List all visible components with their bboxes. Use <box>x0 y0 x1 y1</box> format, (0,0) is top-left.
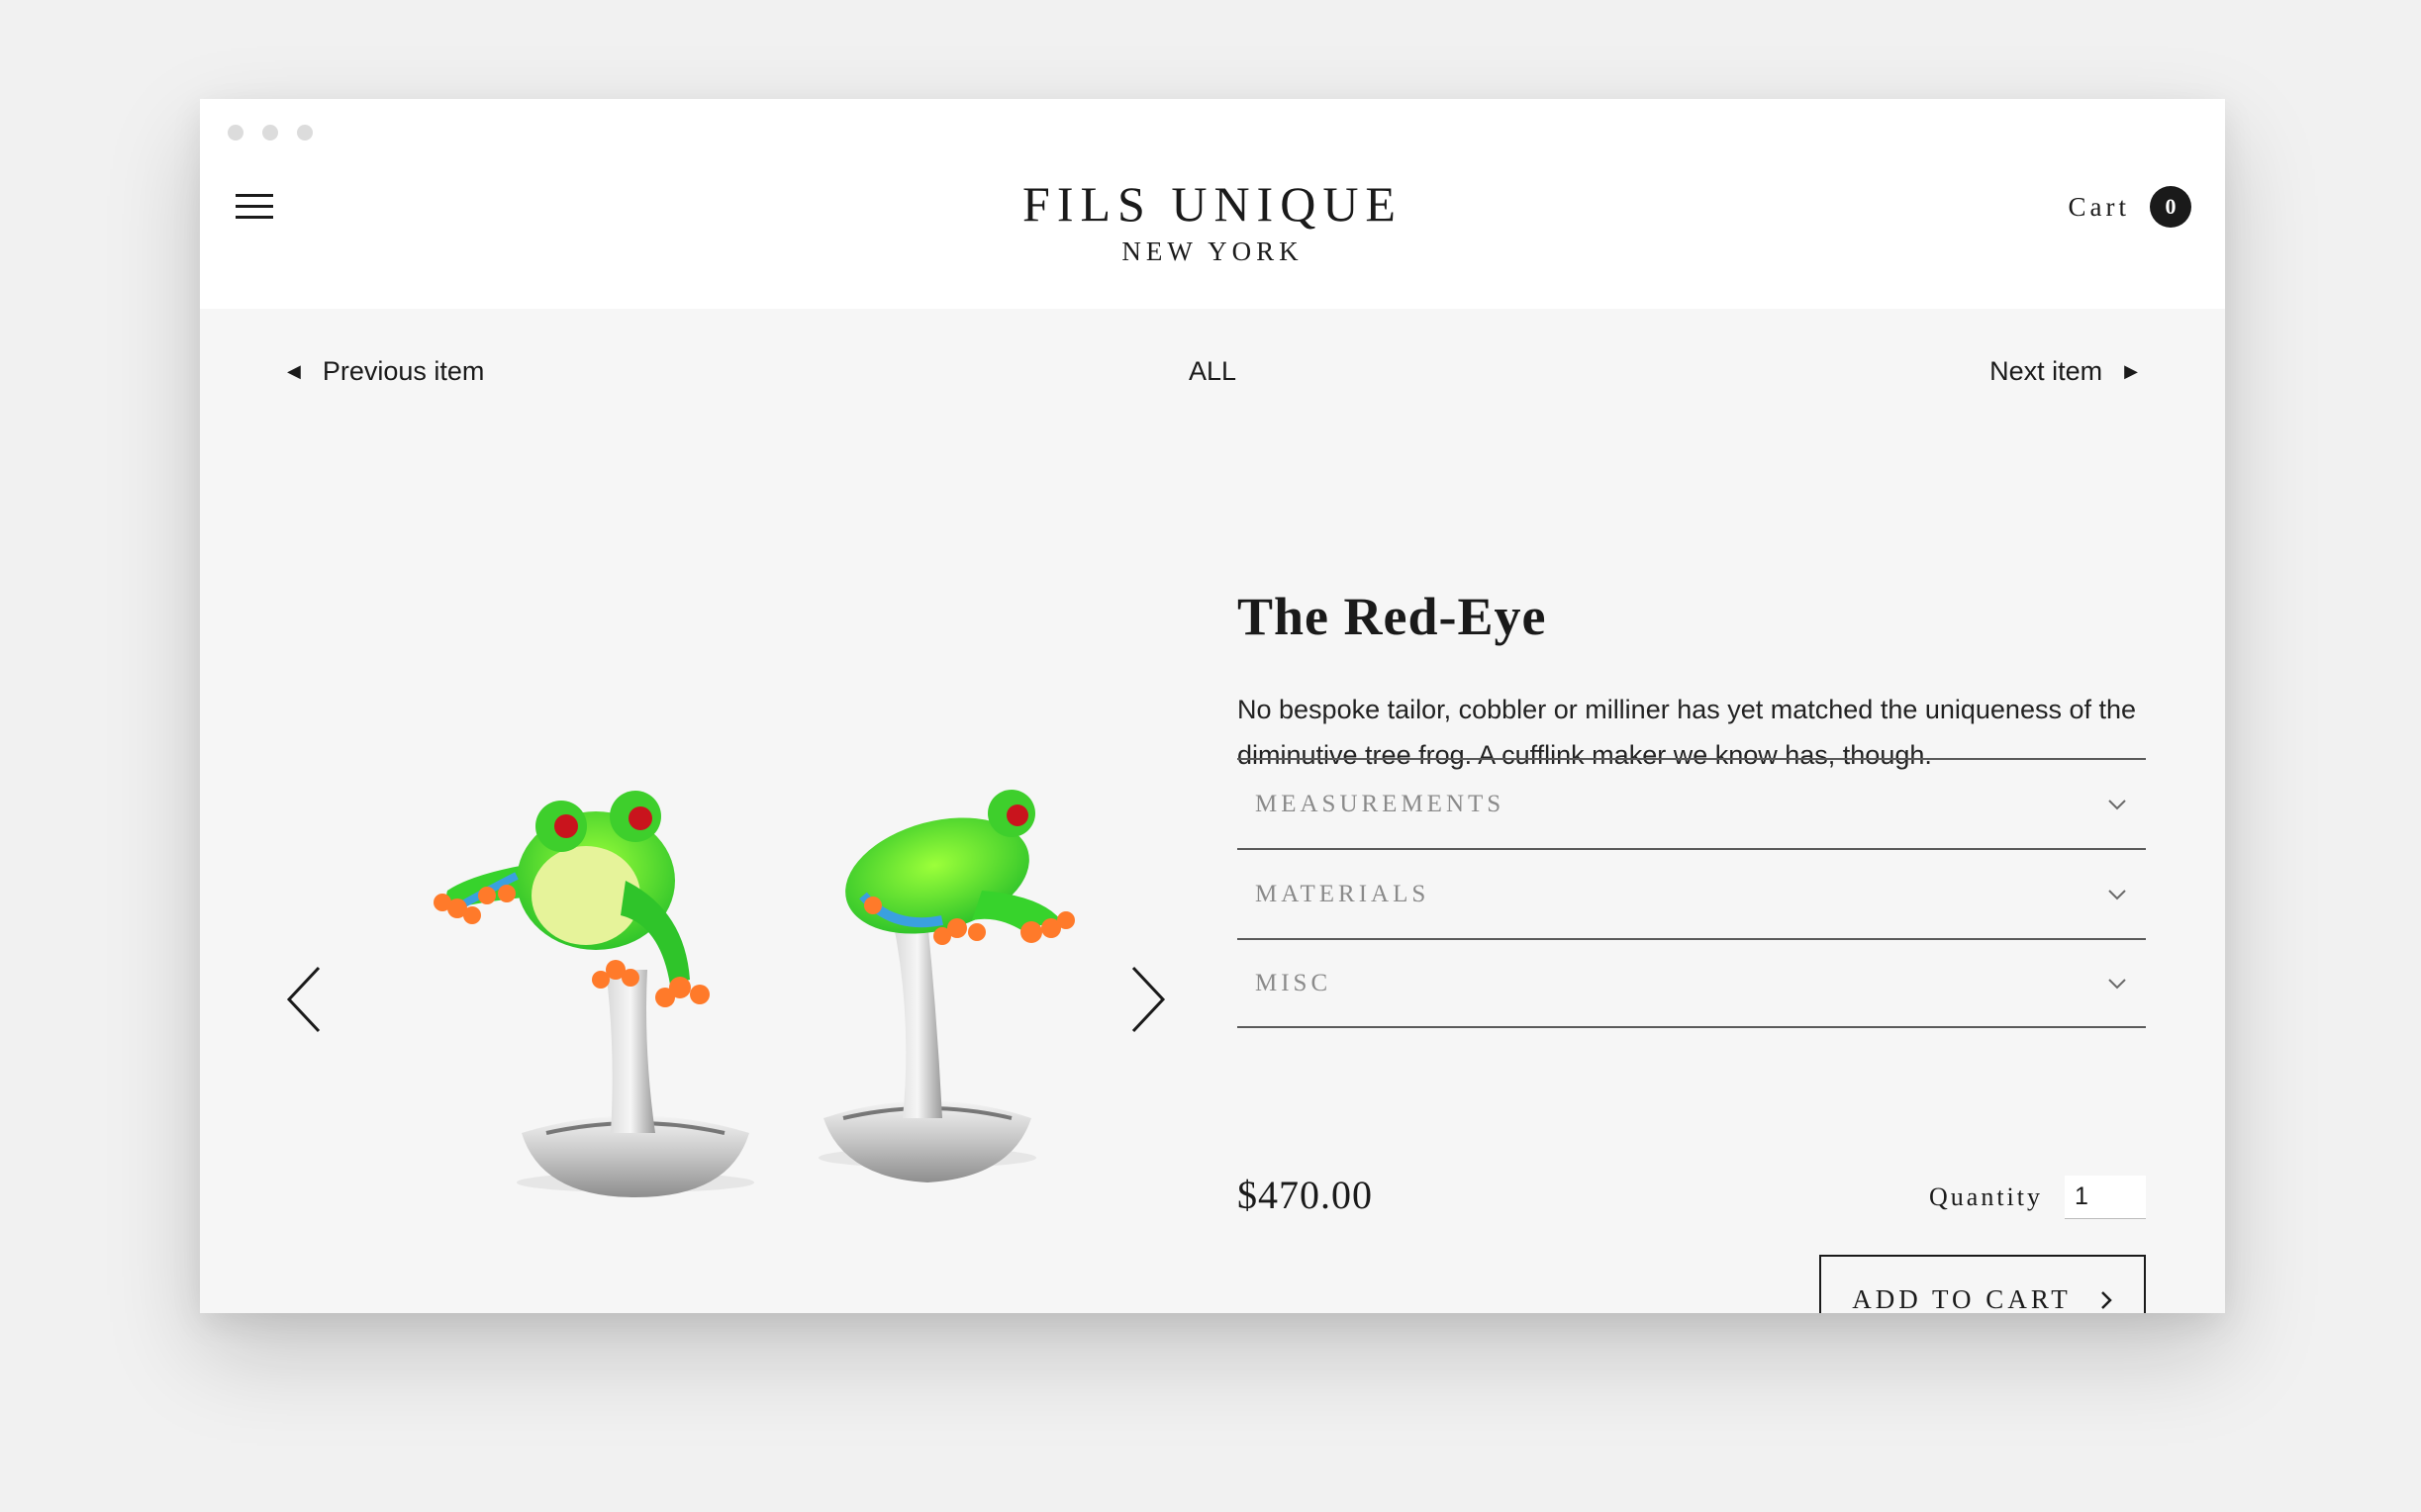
window-close-dot[interactable] <box>228 125 243 141</box>
chevron-left-icon[interactable] <box>275 960 335 1039</box>
cart-label: Cart <box>2068 191 2130 222</box>
chevron-down-icon <box>2108 978 2126 989</box>
brand-city: NEW YORK <box>1121 236 1304 266</box>
product-accordion: MEASUREMENTS MATERIALS MISC <box>1237 758 2146 1028</box>
item-navigation: ◀ Previous item ALL Next item ▶ <box>200 356 2225 406</box>
cart-count-badge: 0 <box>2150 186 2191 228</box>
brand-name: FILS UNIQUE <box>1022 176 1403 232</box>
product-gallery <box>279 574 1299 1227</box>
quantity-control: Quantity <box>1929 1176 2146 1219</box>
triangle-right-icon: ▶ <box>2124 361 2138 381</box>
accordion-materials[interactable]: MATERIALS <box>1237 848 2146 938</box>
quantity-label: Quantity <box>1929 1182 2043 1211</box>
cart-button[interactable]: Cart 0 <box>2068 186 2191 228</box>
window-minimize-dot[interactable] <box>262 125 278 141</box>
frog-cufflinks-image <box>434 790 1075 1197</box>
add-to-cart-button[interactable]: ADD TO CART <box>1819 1255 2146 1313</box>
all-items-link[interactable]: ALL <box>1189 356 1236 386</box>
window-controls <box>228 125 313 141</box>
product-title: The Red-Eye <box>1237 587 1547 646</box>
next-item-label: Next item <box>1989 356 2103 386</box>
chevron-down-icon <box>2108 889 2126 899</box>
browser-window: FILS UNIQUE NEW YORK Cart 0 ◀ Previous i… <box>200 99 2225 1313</box>
chevron-right-icon[interactable] <box>1117 960 1177 1039</box>
site-header: FILS UNIQUE NEW YORK Cart 0 <box>200 99 2225 309</box>
accordion-label: MISC <box>1255 969 1332 996</box>
chevron-down-icon <box>2108 799 2126 809</box>
accordion-measurements[interactable]: MEASUREMENTS <box>1237 758 2146 848</box>
accordion-misc[interactable]: MISC <box>1237 938 2146 1028</box>
brand-logo[interactable]: FILS UNIQUE NEW YORK <box>200 176 2225 267</box>
quantity-input[interactable] <box>2065 1176 2146 1219</box>
accordion-label: MATERIALS <box>1255 880 1430 907</box>
add-to-cart-label: ADD TO CART <box>1852 1284 2072 1313</box>
accordion-label: MEASUREMENTS <box>1255 790 1505 817</box>
product-price: $470.00 <box>1237 1173 1373 1217</box>
next-item-link[interactable]: Next item ▶ <box>1989 356 2138 387</box>
window-maximize-dot[interactable] <box>297 125 313 141</box>
chevron-right-icon <box>2100 1290 2112 1309</box>
